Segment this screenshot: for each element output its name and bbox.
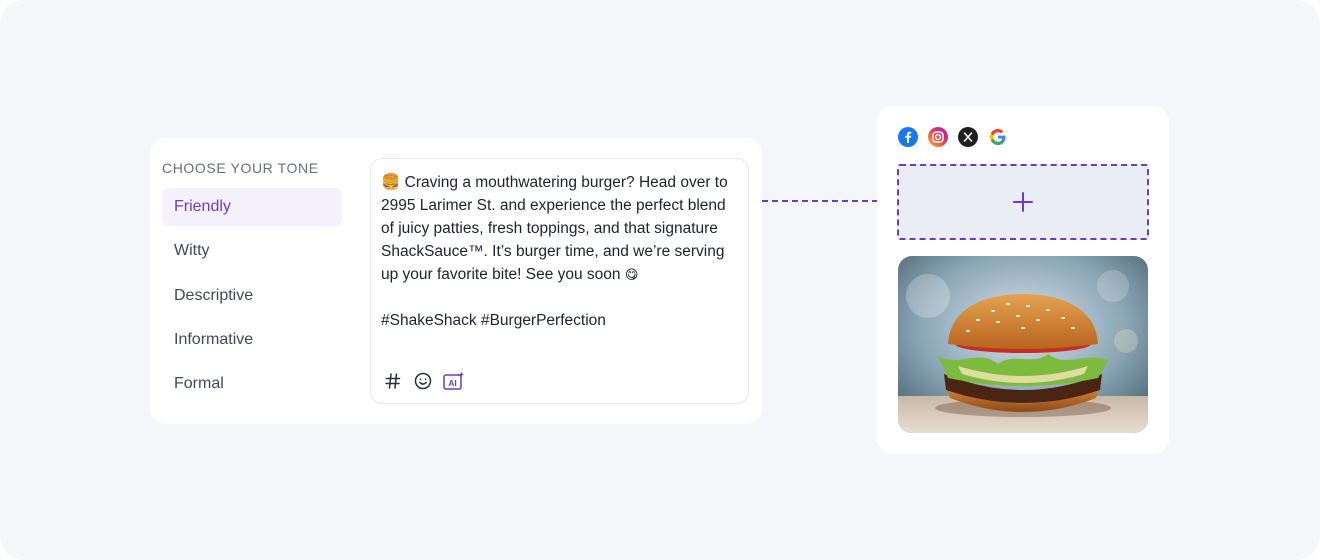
facebook-icon[interactable]: [898, 127, 918, 147]
post-body: Craving a mouthwatering burger? Head ove…: [381, 174, 728, 283]
ai-assist-icon[interactable]: AI: [443, 371, 465, 391]
burger-emoji: 🍔: [381, 174, 401, 191]
post-content: 🍔 Craving a mouthwatering burger? Head o…: [381, 171, 741, 332]
tone-option-formal[interactable]: Formal: [162, 365, 342, 403]
instagram-icon[interactable]: [928, 127, 948, 147]
ai-icon-label: AI: [448, 378, 457, 388]
tone-option-descriptive[interactable]: Descriptive: [162, 277, 342, 315]
x-icon[interactable]: [958, 127, 978, 147]
post-text-editor[interactable]: 🍔 Craving a mouthwatering burger? Head o…: [370, 158, 749, 404]
yum-emoji: 😋: [624, 267, 639, 282]
post-hashtags: #ShakeShack #BurgerPerfection: [381, 312, 606, 329]
post-preview-card: [877, 106, 1169, 454]
editor-toolbar: AI: [383, 371, 465, 391]
post-composer-card: Choose your tone Friendly Witty Descript…: [150, 138, 762, 424]
social-network-list: [898, 127, 1008, 147]
burger-photo: [898, 256, 1148, 433]
emoji-icon[interactable]: [413, 371, 433, 391]
add-media-dropzone[interactable]: [897, 164, 1149, 240]
tone-option-witty[interactable]: Witty: [162, 232, 342, 270]
canvas: Choose your tone Friendly Witty Descript…: [0, 0, 1320, 560]
plus-icon: [1013, 192, 1033, 212]
tone-option-friendly[interactable]: Friendly: [162, 188, 342, 226]
google-icon[interactable]: [988, 127, 1008, 147]
tone-option-informative[interactable]: Informative: [162, 321, 342, 359]
tone-list: Friendly Witty Descriptive Informative F…: [162, 188, 342, 409]
hashtag-icon[interactable]: [383, 371, 403, 391]
tone-heading: Choose your tone: [162, 160, 319, 176]
